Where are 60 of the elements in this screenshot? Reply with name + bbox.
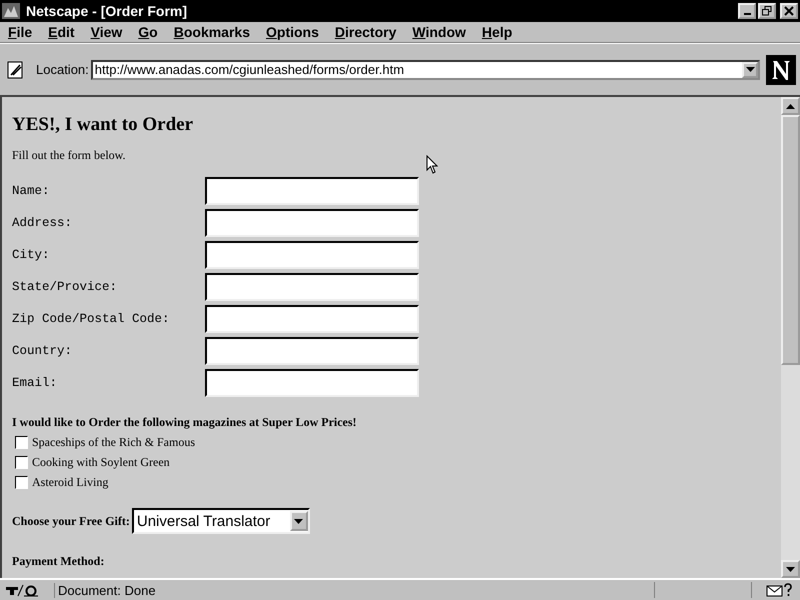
checkbox-label: Cooking with Soylent Green [32,454,170,470]
window-title: Netscape - [Order Form] [26,3,188,19]
field-label: City: [12,248,51,262]
checkbox[interactable] [15,456,28,468]
checkbox-label: Spaceships of the Rich & Famous [32,434,195,450]
restore-icon [762,6,772,16]
scrollbar[interactable] [781,97,800,578]
close-button[interactable] [780,3,798,19]
close-icon [784,6,794,16]
menu-item[interactable]: Go [138,24,158,40]
field-label: Name: [12,184,51,198]
intro-text: Fill out the form below. [12,148,127,163]
checkbox[interactable] [15,436,28,448]
restore-button[interactable] [758,3,776,19]
section-heading: I would like to Order the following magazines at Super Low Prices! [12,415,358,430]
mail-icon[interactable] [766,583,794,597]
menu-item[interactable]: Window [412,24,466,40]
menu-item[interactable]: Bookmarks [174,24,250,40]
menu-item[interactable]: View [90,24,122,40]
logo-icon [766,54,796,84]
field-label: Email: [12,376,58,390]
section-heading: Payment Method: [12,554,106,569]
caret-icon [294,518,304,524]
security-icon[interactable] [4,583,40,597]
app-icon [2,3,20,19]
input-field[interactable] [205,177,419,205]
minimize-button[interactable] [738,3,756,19]
status-text: Document: Done [54,582,654,598]
location-label: Location: [36,62,89,77]
scroll-down-button[interactable] [781,560,800,578]
field-label: Zip Code/Postal Code: [12,312,171,326]
dropdown-button[interactable] [742,62,758,78]
down-arrow-icon [786,566,795,572]
input-field[interactable] [205,337,419,365]
input-field[interactable] [205,305,419,333]
minimize-icon [744,13,750,15]
menu-item[interactable]: Directory [334,24,396,40]
dropdown-button[interactable] [290,511,308,531]
field-label: Country: [12,344,74,358]
menu-item[interactable]: Help [482,24,512,40]
up-arrow-icon [786,104,795,108]
input-field[interactable] [205,209,419,237]
menu-item[interactable]: Options [266,24,319,40]
cursor-icon [426,155,438,175]
gift-label: Choose your Free Gift: [12,514,130,528]
page-heading: YES!, I want to Order [12,114,194,136]
caret-icon [746,67,754,72]
gift-select[interactable]: Universal Translator [132,508,310,534]
field-label: State/Provice: [12,280,118,294]
menu-item[interactable]: File [8,24,32,40]
location-field[interactable]: http://www.anadas.com/cgiunleashed/forms/order.htm [90,60,760,80]
scroll-up-button[interactable] [781,97,800,115]
checkbox[interactable] [15,476,28,488]
scroll-thumb[interactable] [781,115,800,365]
menu-item[interactable]: Edit [48,24,75,40]
input-field[interactable] [205,273,419,301]
input-field[interactable] [205,241,419,269]
input-field[interactable] [205,369,419,397]
field-label: Address: [12,216,74,230]
checkbox-label: Asteroid Living [32,474,108,490]
